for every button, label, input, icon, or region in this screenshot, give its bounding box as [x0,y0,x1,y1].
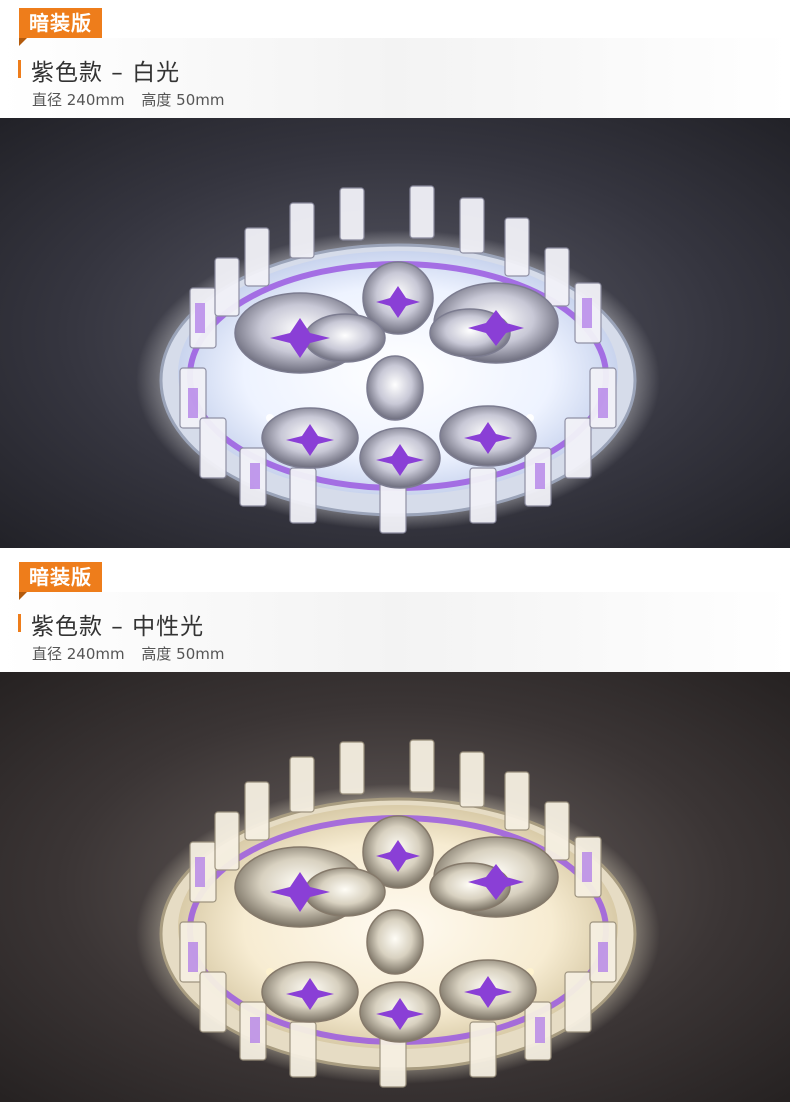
title-accent-bar [18,60,21,78]
spec-line: 直径 240mm 高度 50mm [32,89,237,110]
variant-title: 紫色款 – 白光 [31,60,181,86]
spec-diameter: 直径 240mm [32,91,125,109]
spec-line: 直径 240mm 高度 50mm [32,643,237,664]
variant-title: 紫色款 – 中性光 [31,614,205,640]
variant-header: 暗装版 紫色款 – 白光 直径 240mm 高度 50mm [0,0,790,118]
spec-height: 高度 50mm [141,645,225,663]
product-photo-white [0,118,790,548]
spec-diameter: 直径 240mm [32,645,125,663]
variant-section-white: 暗装版 紫色款 – 白光 直径 240mm 高度 50mm [0,0,790,554]
crystal-ceiling-light-icon [0,118,790,548]
version-tag: 暗装版 [19,562,102,600]
spec-height: 高度 50mm [141,91,225,109]
title-accent-bar [18,614,21,632]
product-photo-neutral [0,672,790,1102]
variant-header: 暗装版 紫色款 – 中性光 直径 240mm 高度 50mm [0,554,790,672]
crystal-ceiling-light-icon [0,672,790,1102]
variant-section-neutral: 暗装版 紫色款 – 中性光 直径 240mm 高度 50mm [0,554,790,1108]
version-tag: 暗装版 [19,8,102,46]
